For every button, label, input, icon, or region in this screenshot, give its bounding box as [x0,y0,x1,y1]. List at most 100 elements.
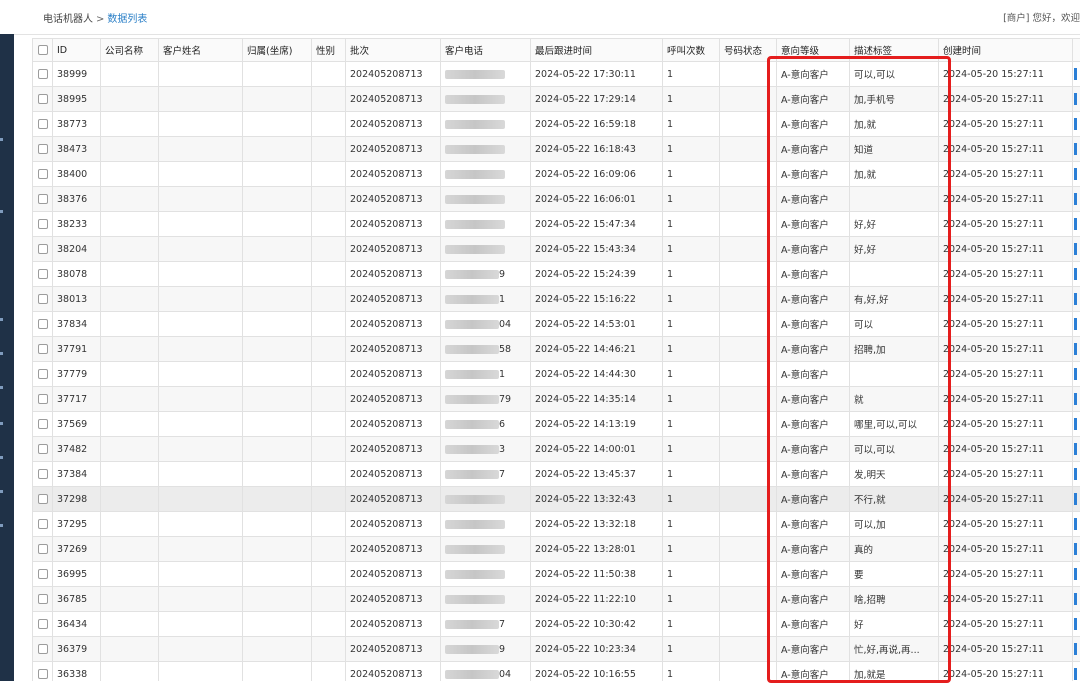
row-checkbox[interactable] [33,462,53,487]
action-button-edge[interactable] [1074,593,1077,605]
checkbox-box[interactable] [38,219,48,229]
checkbox-box[interactable] [38,94,48,104]
column-header-created[interactable]: 创建时间 [939,39,1073,62]
sidebar-marker[interactable] [0,386,3,389]
action-button-edge[interactable] [1074,368,1077,380]
row-action-button[interactable] [1073,262,1080,287]
row-checkbox[interactable] [33,662,53,682]
row-checkbox[interactable] [33,162,53,187]
row-action-button[interactable] [1073,112,1080,137]
action-button-edge[interactable] [1074,543,1077,555]
column-header-intent-level[interactable]: 意向等级 [777,39,850,62]
checkbox-box[interactable] [38,444,48,454]
action-button-edge[interactable] [1074,218,1077,230]
table-row[interactable]: 382332024052087132024-05-22 15:47:341A-意… [33,212,1080,237]
column-header-call-count[interactable]: 呼叫次数 [663,39,720,62]
row-action-button[interactable] [1073,62,1080,87]
column-header-gender[interactable]: 性别 [312,39,346,62]
sidebar-marker[interactable] [0,318,3,321]
row-checkbox[interactable] [33,637,53,662]
row-checkbox[interactable] [33,437,53,462]
row-checkbox[interactable] [33,312,53,337]
checkbox-box[interactable] [38,194,48,204]
checkbox-box[interactable] [38,544,48,554]
action-button-edge[interactable] [1074,293,1077,305]
table-row[interactable]: 372982024052087132024-05-22 13:32:431A-意… [33,487,1080,512]
checkbox-box[interactable] [38,519,48,529]
column-header-batch[interactable]: 批次 [346,39,441,62]
action-button-edge[interactable] [1074,168,1077,180]
row-action-button[interactable] [1073,187,1080,212]
action-button-edge[interactable] [1074,643,1077,655]
row-action-button[interactable] [1073,437,1080,462]
action-button-edge[interactable] [1074,618,1077,630]
row-checkbox[interactable] [33,62,53,87]
column-header-agent[interactable]: 归属(坐席) [243,39,312,62]
sidebar-marker[interactable] [0,524,3,527]
checkbox-box[interactable] [38,594,48,604]
checkbox-box[interactable] [38,244,48,254]
row-action-button[interactable] [1073,337,1080,362]
row-checkbox[interactable] [33,362,53,387]
action-button-edge[interactable] [1074,468,1077,480]
table-row[interactable]: 389952024052087132024-05-22 17:29:141A-意… [33,87,1080,112]
table-row[interactable]: 37717202405208713792024-05-22 14:35:141A… [33,387,1080,412]
table-row[interactable]: 369952024052087132024-05-22 11:50:381A-意… [33,562,1080,587]
row-action-button[interactable] [1073,537,1080,562]
row-action-button[interactable] [1073,212,1080,237]
action-button-edge[interactable] [1074,493,1077,505]
row-action-button[interactable] [1073,612,1080,637]
sidebar-marker[interactable] [0,352,3,355]
action-button-edge[interactable] [1074,418,1077,430]
action-button-edge[interactable] [1074,318,1077,330]
row-action-button[interactable] [1073,87,1080,112]
row-action-button[interactable] [1073,312,1080,337]
checkbox-box[interactable] [38,469,48,479]
checkbox-box[interactable] [38,619,48,629]
sidebar-marker[interactable] [0,210,3,213]
action-button-edge[interactable] [1074,68,1077,80]
checkbox-box[interactable] [38,419,48,429]
checkbox-box[interactable] [38,69,48,79]
action-button-edge[interactable] [1074,443,1077,455]
table-row[interactable]: 383762024052087132024-05-22 16:06:011A-意… [33,187,1080,212]
checkbox-box[interactable] [38,169,48,179]
table-row[interactable]: 3643420240520871372024-05-22 10:30:421A-… [33,612,1080,637]
table-row[interactable]: 36338202405208713042024-05-22 10:16:551A… [33,662,1080,682]
table-row[interactable]: 384002024052087132024-05-22 16:09:061A-意… [33,162,1080,187]
action-button-edge[interactable] [1074,393,1077,405]
row-action-button[interactable] [1073,562,1080,587]
sidebar-marker[interactable] [0,422,3,425]
table-row[interactable]: 3777920240520871312024-05-22 14:44:301A-… [33,362,1080,387]
row-checkbox[interactable] [33,487,53,512]
action-button-edge[interactable] [1074,668,1077,680]
table-row[interactable]: 3756920240520871362024-05-22 14:13:191A-… [33,412,1080,437]
checkbox-box[interactable] [38,669,48,679]
table-row[interactable]: 384732024052087132024-05-22 16:18:431A-意… [33,137,1080,162]
checkbox-box[interactable] [38,119,48,129]
table-row[interactable]: 3637920240520871392024-05-22 10:23:341A-… [33,637,1080,662]
sidebar-marker[interactable] [0,456,3,459]
table-row[interactable]: 3738420240520871372024-05-22 13:45:371A-… [33,462,1080,487]
row-checkbox[interactable] [33,562,53,587]
row-checkbox[interactable] [33,512,53,537]
row-action-button[interactable] [1073,412,1080,437]
column-header-company[interactable]: 公司名称 [101,39,159,62]
table-row[interactable]: 382042024052087132024-05-22 15:43:341A-意… [33,237,1080,262]
row-checkbox[interactable] [33,262,53,287]
action-button-edge[interactable] [1074,568,1077,580]
table-row[interactable]: 37834202405208713042024-05-22 14:53:011A… [33,312,1080,337]
row-checkbox[interactable] [33,112,53,137]
row-action-button[interactable] [1073,662,1080,682]
sidebar-marker[interactable] [0,490,3,493]
action-button-edge[interactable] [1074,343,1077,355]
row-action-button[interactable] [1073,587,1080,612]
checkbox-box[interactable] [38,369,48,379]
row-checkbox[interactable] [33,412,53,437]
action-button-edge[interactable] [1074,268,1077,280]
row-checkbox[interactable] [33,187,53,212]
row-checkbox[interactable] [33,87,53,112]
checkbox-box[interactable] [38,269,48,279]
column-header-customer-name[interactable]: 客户姓名 [159,39,243,62]
checkbox-box[interactable] [38,494,48,504]
